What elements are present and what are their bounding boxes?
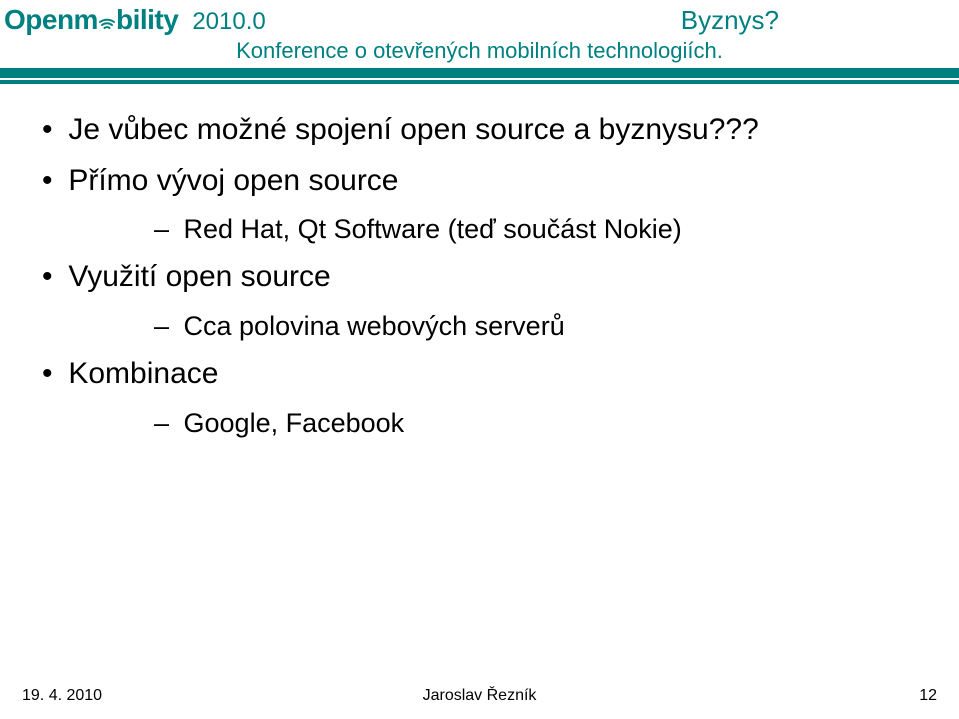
bullet-text: Google, Facebook	[184, 408, 405, 438]
bullet-level1: • Přímo vývoj open source	[42, 161, 923, 202]
footer-date: 19. 4. 2010	[22, 687, 102, 705]
bullet-dot-icon: •	[42, 110, 60, 151]
version: 2010.0	[192, 8, 265, 36]
bullet-dot-icon: •	[42, 354, 60, 395]
slide-title: Byznys?	[681, 5, 779, 36]
bullet-level2: – Cca polovina webových serverů	[154, 308, 923, 344]
bullet-dot-icon: •	[42, 161, 60, 202]
brand: Openm bility 2010.0	[4, 4, 266, 36]
wifi-icon	[99, 7, 115, 34]
bullet-dash-icon: –	[154, 211, 176, 247]
bullet-level2: – Red Hat, Qt Software (teď součást Noki…	[154, 211, 923, 247]
subtitle: Konference o otevřených mobilních techno…	[0, 38, 959, 64]
logo: Openm bility	[4, 4, 178, 36]
bullet-level1: • Využití open source	[42, 257, 923, 298]
bullet-dash-icon: –	[154, 308, 176, 344]
bullet-level1: • Kombinace	[42, 354, 923, 395]
bullet-level2: – Google, Facebook	[154, 405, 923, 441]
footer: 19. 4. 2010 Jaroslav Řezník 12	[0, 687, 959, 705]
footer-author: Jaroslav Řezník	[423, 687, 537, 705]
bullet-text: Cca polovina webových serverů	[184, 311, 565, 341]
divider-thick	[0, 68, 959, 78]
logo-text-left: Openm	[4, 4, 98, 36]
divider-thin	[0, 80, 959, 84]
bullet-text: Využití open source	[68, 260, 330, 293]
bullet-text: Je vůbec možné spojení open source a byz…	[68, 113, 758, 146]
content: • Je vůbec možné spojení open source a b…	[0, 84, 959, 719]
header: Openm bility 2010.0 Byznys?	[0, 0, 959, 84]
bullet-dash-icon: –	[154, 405, 176, 441]
logo-text-right: bility	[116, 4, 178, 36]
bullet-level1: • Je vůbec možné spojení open source a b…	[42, 110, 923, 151]
slide: Openm bility 2010.0 Byznys?	[0, 0, 959, 719]
bullet-text: Kombinace	[68, 357, 218, 390]
page-number: 12	[919, 687, 937, 705]
bullet-text: Red Hat, Qt Software (teď součást Nokie)	[184, 214, 682, 244]
header-row: Openm bility 2010.0 Byznys?	[0, 0, 959, 36]
bullet-text: Přímo vývoj open source	[68, 164, 398, 197]
bullet-dot-icon: •	[42, 257, 60, 298]
